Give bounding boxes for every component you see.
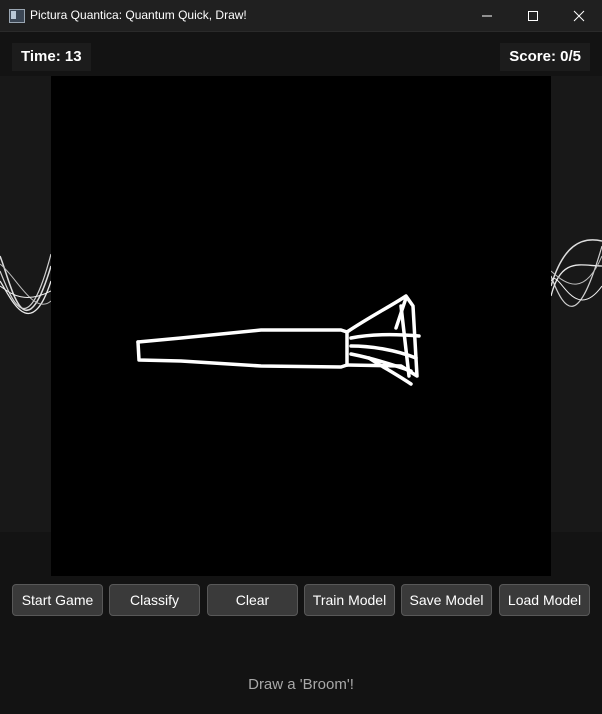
score-display: Score: 0/5 (500, 43, 590, 71)
drawing-canvas[interactable] (51, 76, 551, 576)
clear-button[interactable]: Clear (207, 584, 298, 616)
right-wave-decoration (551, 239, 602, 307)
left-wave-decoration (0, 253, 51, 314)
load-model-button[interactable]: Load Model (499, 584, 590, 616)
close-icon (573, 10, 585, 22)
maximize-icon (528, 11, 538, 21)
broom-drawing (136, 294, 421, 386)
classify-button[interactable]: Classify (109, 584, 200, 616)
app-icon (9, 9, 25, 23)
close-button[interactable] (556, 0, 602, 31)
right-wave-panel (551, 76, 602, 532)
start-game-button[interactable]: Start Game (12, 584, 103, 616)
app-window: Pictura Quantica: Quantum Quick, Draw! T… (0, 0, 602, 714)
left-wave-panel (0, 76, 51, 532)
title-bar: Pictura Quantica: Quantum Quick, Draw! (0, 0, 602, 32)
drawing-prompt: Draw a 'Broom'! (248, 676, 354, 693)
minimize-button[interactable] (464, 0, 510, 31)
time-display: Time: 13 (12, 43, 91, 71)
train-model-button[interactable]: Train Model (304, 584, 395, 616)
save-model-button[interactable]: Save Model (401, 584, 492, 616)
minimize-icon (482, 15, 492, 17)
button-bar: Start Game Classify Clear Train Model Sa… (12, 584, 590, 616)
window-title: Pictura Quantica: Quantum Quick, Draw! (30, 8, 247, 22)
maximize-button[interactable] (510, 0, 556, 31)
